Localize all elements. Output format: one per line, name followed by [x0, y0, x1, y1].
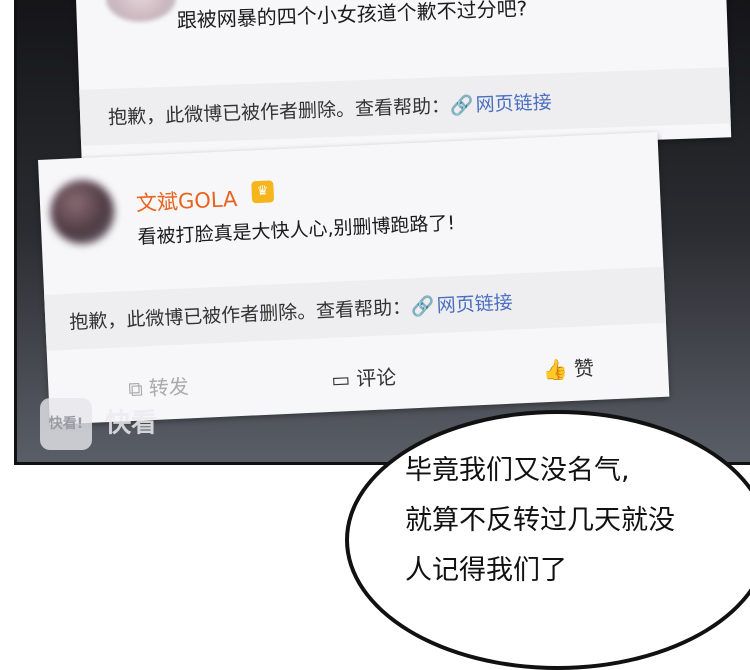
- comment-label: 评论: [355, 364, 397, 391]
- repost-label: 转发: [148, 374, 190, 401]
- link-icon: 🔗: [449, 94, 475, 117]
- username[interactable]: 文斌GOLA: [135, 183, 238, 218]
- help-link[interactable]: 🔗网页链接: [450, 91, 552, 117]
- speech-line: 人记得我们了: [405, 555, 567, 586]
- watermark: 快看! 快看: [40, 398, 157, 450]
- deleted-post-notice: 抱歉，此微博已被作者删除。查看帮助：🔗网页链接: [44, 266, 667, 351]
- avatar[interactable]: [48, 178, 116, 246]
- help-link[interactable]: 🔗网页链接: [411, 292, 514, 319]
- like-label: 赞: [573, 356, 595, 381]
- weibo-comment-card-front: 文斌GOLA ♛ 看被打脸真是大快人心,别删博跑路了! 抱歉，此微博已被作者删除…: [38, 131, 670, 425]
- speech-line: 毕竟我们又没名气,: [405, 455, 630, 486]
- crown-icon: ♛: [251, 180, 275, 204]
- watermark-badge: 快看!: [40, 398, 92, 450]
- link-label: 网页链接: [436, 291, 514, 318]
- thumbs-up-icon: 👍: [542, 357, 569, 383]
- comment-button[interactable]: ▭ 评论: [331, 361, 397, 393]
- avatar: [105, 0, 177, 23]
- like-button[interactable]: 👍 赞: [542, 352, 595, 383]
- speech-line: 就算不反转过几天就没: [405, 505, 675, 536]
- deleted-notice-text: 抱歉，此微博已被作者删除。查看帮助：: [107, 95, 451, 129]
- watermark-text: 快看: [105, 408, 158, 439]
- deleted-notice-text: 抱歉，此微博已被作者删除。查看帮助：: [68, 296, 412, 334]
- link-label: 网页链接: [475, 91, 552, 117]
- comment-text: 跟被网暴的四个小女孩道个歉不过分吧?: [176, 0, 528, 33]
- link-icon: 🔗: [410, 295, 436, 319]
- comment-icon: ▭: [330, 367, 351, 392]
